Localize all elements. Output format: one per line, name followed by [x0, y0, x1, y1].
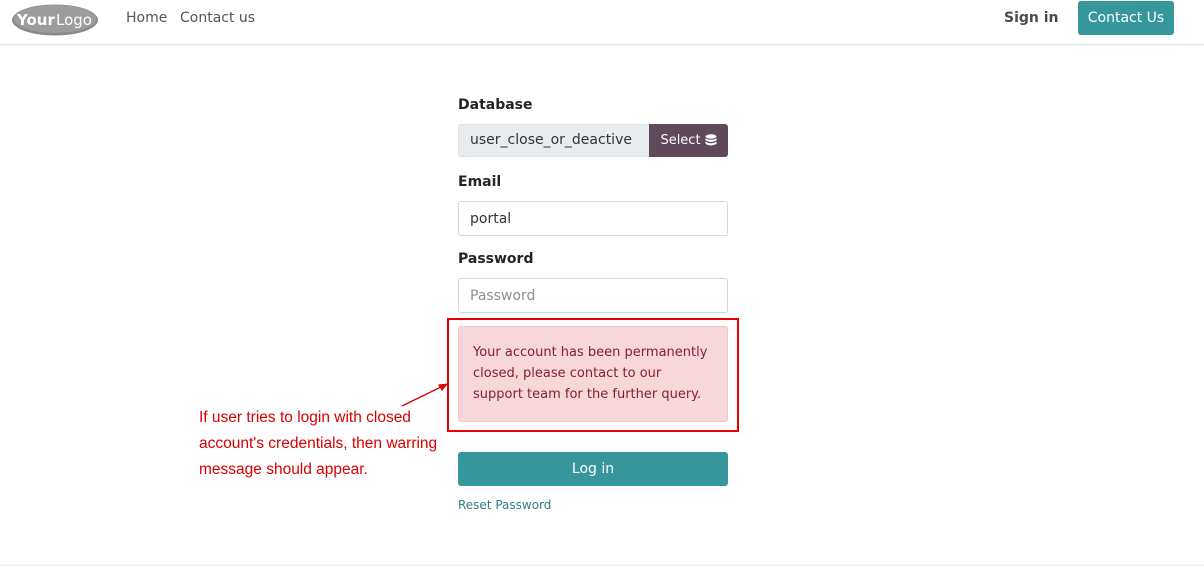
email-input[interactable]	[458, 201, 728, 236]
email-label: Email	[458, 174, 502, 190]
password-label: Password	[458, 251, 534, 267]
select-database-button[interactable]: Select	[649, 124, 728, 157]
sign-in-link[interactable]: Sign in	[1004, 10, 1059, 26]
reset-password-link[interactable]: Reset Password	[458, 498, 551, 512]
database-icon	[705, 134, 717, 146]
password-input[interactable]	[458, 278, 728, 313]
nav-contact-link[interactable]: Contact us	[180, 10, 255, 26]
logo-text-bold: Your	[16, 11, 55, 29]
contact-us-button[interactable]: Contact Us	[1078, 1, 1174, 35]
login-button[interactable]: Log in	[458, 452, 728, 486]
annotation-note: If user tries to login with closed accou…	[199, 409, 438, 478]
account-closed-alert: Your account has been permanently closed…	[458, 326, 728, 422]
database-field: user_close_or_deactive	[458, 124, 649, 157]
top-navbar: Your Logo Home Contact us Sign in Contac…	[0, 0, 1204, 45]
select-button-label: Select	[660, 133, 701, 148]
logo-text-light: Logo	[56, 11, 92, 29]
your-logo[interactable]: Your Logo	[11, 3, 98, 36]
database-label: Database	[458, 97, 533, 113]
nav-home-link[interactable]: Home	[126, 10, 167, 26]
